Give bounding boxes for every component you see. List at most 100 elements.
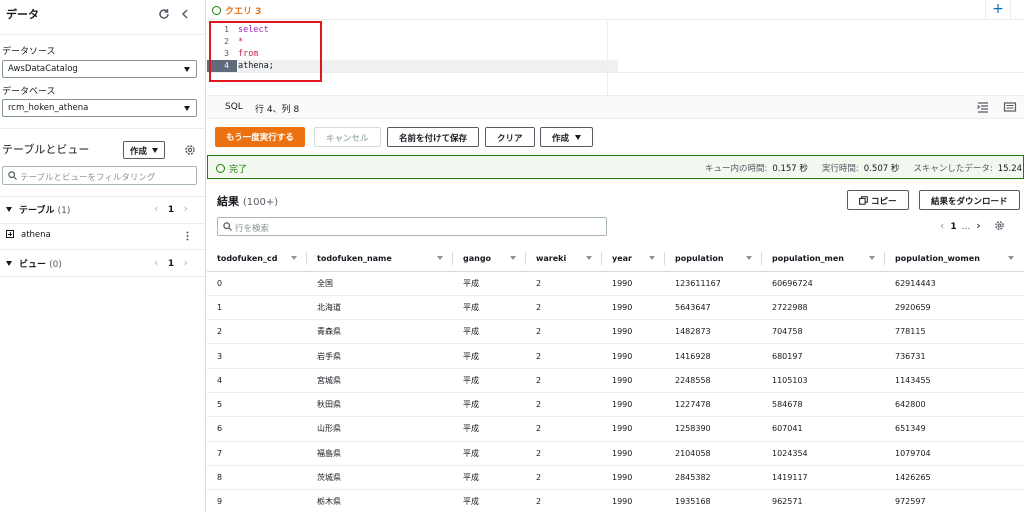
table-cell: 茨城県	[307, 465, 453, 491]
sort-caret-icon[interactable]	[649, 256, 655, 260]
chevron-left-icon[interactable]: ‹	[154, 202, 158, 215]
table-cell: 平成	[453, 295, 526, 321]
table-cell: 642800	[885, 392, 1024, 418]
sort-caret-icon[interactable]	[586, 256, 592, 260]
table-cell: 704758	[762, 319, 885, 345]
table-cell: 1	[207, 295, 307, 321]
sort-caret-icon[interactable]	[510, 256, 516, 260]
column-header-year[interactable]: year	[602, 246, 665, 272]
column-header-todofuken-name[interactable]: todofuken_name	[307, 246, 453, 272]
table-cell: 1258390	[665, 416, 762, 442]
gear-icon[interactable]	[994, 220, 1005, 231]
table-cell: 岩手県	[307, 343, 453, 369]
table-cell: 青森県	[307, 319, 453, 345]
database-select[interactable]: rcm_hoken_athena	[2, 99, 197, 117]
language-label: SQL	[225, 102, 243, 112]
download-results-button[interactable]: 結果をダウンロード	[919, 190, 1020, 210]
chevron-left-icon[interactable]: ‹	[154, 256, 158, 269]
table-row: 2 青森県 平成 2 1990 1482873 704758 778115	[207, 319, 1024, 345]
sql-editor[interactable]: 1 2 3 4 select * from athena;	[207, 21, 1024, 95]
column-header-label: todofuken_name	[317, 253, 392, 263]
sidebar: データ データソース AwsDataCatalog データベース rcm_hok…	[0, 0, 206, 512]
table-row: 8 茨城県 平成 2 1990 2845382 1419117 1426265	[207, 465, 1024, 491]
column-header-label: gango	[463, 253, 492, 263]
table-cell: 1990	[602, 319, 665, 345]
table-cell: 5	[207, 392, 307, 418]
sort-caret-icon[interactable]	[869, 256, 875, 260]
table-cell: 宮城県	[307, 368, 453, 393]
create-button[interactable]: 作成	[123, 141, 166, 159]
table-cell: 0	[207, 271, 307, 296]
table-row: 1 北海道 平成 2 1990 5643647 2722988 2920659	[207, 295, 1024, 321]
caret-down-icon	[152, 148, 159, 153]
chevron-right-icon[interactable]: ›	[976, 219, 980, 232]
table-filter-placeholder: テーブルとビューをフィルタリング	[20, 173, 156, 183]
add-tab-button[interactable]: +	[985, 0, 1011, 20]
divider	[0, 249, 205, 250]
column-header-population[interactable]: population	[665, 246, 762, 272]
column-header-label: population	[675, 253, 724, 263]
table-cell: 2845382	[665, 465, 762, 491]
sort-caret-icon[interactable]	[746, 256, 752, 260]
tables-page: 1	[167, 205, 175, 215]
datasource-select[interactable]: AwsDataCatalog	[2, 60, 197, 78]
column-header-population-men[interactable]: population_men	[762, 246, 885, 272]
table-cell: 1990	[602, 489, 665, 512]
chevron-right-icon[interactable]: ›	[183, 202, 187, 215]
column-header-todofuken-cd[interactable]: todofuken_cd	[207, 246, 307, 272]
cancel-button[interactable]: キャンセル	[314, 127, 381, 147]
table-cell: 1990	[602, 465, 665, 491]
tables-group-toggle[interactable]: テーブル (1)	[6, 203, 70, 216]
table-cell: 平成	[453, 343, 526, 369]
queue-time-value: 0.157 秒	[772, 164, 808, 174]
table-cell: 607041	[762, 416, 885, 442]
refresh-icon[interactable]	[158, 8, 170, 20]
table-filter-input[interactable]: テーブルとビューをフィルタリング	[2, 166, 197, 185]
sort-caret-icon[interactable]	[1008, 256, 1014, 260]
format-icon[interactable]	[975, 100, 991, 114]
table-cell: 62914443	[885, 271, 1024, 296]
create-menu-button[interactable]: 作成	[540, 127, 594, 147]
column-header-gango[interactable]: gango	[453, 246, 526, 272]
copy-icon	[859, 196, 868, 205]
table-cell: 7	[207, 441, 307, 466]
table-cell: 平成	[453, 319, 526, 345]
row-search-input[interactable]: 行を検索	[217, 217, 607, 236]
gear-icon[interactable]	[184, 144, 196, 156]
table-cell: 平成	[453, 392, 526, 418]
copy-button[interactable]: コピー	[847, 190, 909, 210]
run-again-button[interactable]: もう一度実行する	[215, 127, 305, 147]
caret-down-icon	[184, 67, 190, 72]
table-cell: 2	[526, 416, 602, 442]
table-cell: 福島県	[307, 441, 453, 466]
query-tab-bar: クエリ 3 +	[207, 0, 1024, 20]
results-page[interactable]: 1	[950, 222, 956, 232]
save-as-button[interactable]: 名前を付けて保存	[387, 127, 480, 147]
clear-button[interactable]: クリア	[485, 127, 535, 147]
table-cell: 1990	[602, 343, 665, 369]
editor-divider	[607, 21, 608, 95]
chevron-left-icon[interactable]	[180, 8, 190, 20]
views-group-toggle[interactable]: ビュー (0)	[6, 257, 62, 270]
table-row: 5 秋田県 平成 2 1990 1227478 584678 642800	[207, 392, 1024, 418]
run-time-label: 実行時間:	[821, 164, 859, 174]
chevron-left-icon[interactable]: ‹	[940, 219, 944, 232]
sort-caret-icon[interactable]	[291, 256, 297, 260]
column-header-wareki[interactable]: wareki	[526, 246, 602, 272]
results-table: todofuken_cd todofuken_name gango wareki yea…	[207, 246, 1024, 512]
tab-query-3[interactable]: クエリ 3	[212, 4, 261, 17]
divider	[0, 196, 205, 197]
table-cell: 6	[207, 416, 307, 442]
table-item-athena[interactable]: athena	[6, 230, 51, 240]
table-cell: 4	[207, 368, 307, 393]
column-header-population-women[interactable]: population_women	[885, 246, 1024, 272]
sort-caret-icon[interactable]	[437, 256, 443, 260]
expand-icon[interactable]	[6, 230, 14, 238]
tables-label: テーブル	[19, 206, 55, 216]
table-cell: 584678	[762, 392, 885, 418]
keyboard-icon[interactable]	[1002, 100, 1018, 114]
table-cell: 1990	[602, 416, 665, 442]
chevron-right-icon[interactable]: ›	[183, 256, 187, 269]
more-options-icon[interactable]	[186, 231, 189, 241]
main-panel: クエリ 3 + 1 2 3 4 select * from athena; SQ…	[207, 0, 1024, 512]
